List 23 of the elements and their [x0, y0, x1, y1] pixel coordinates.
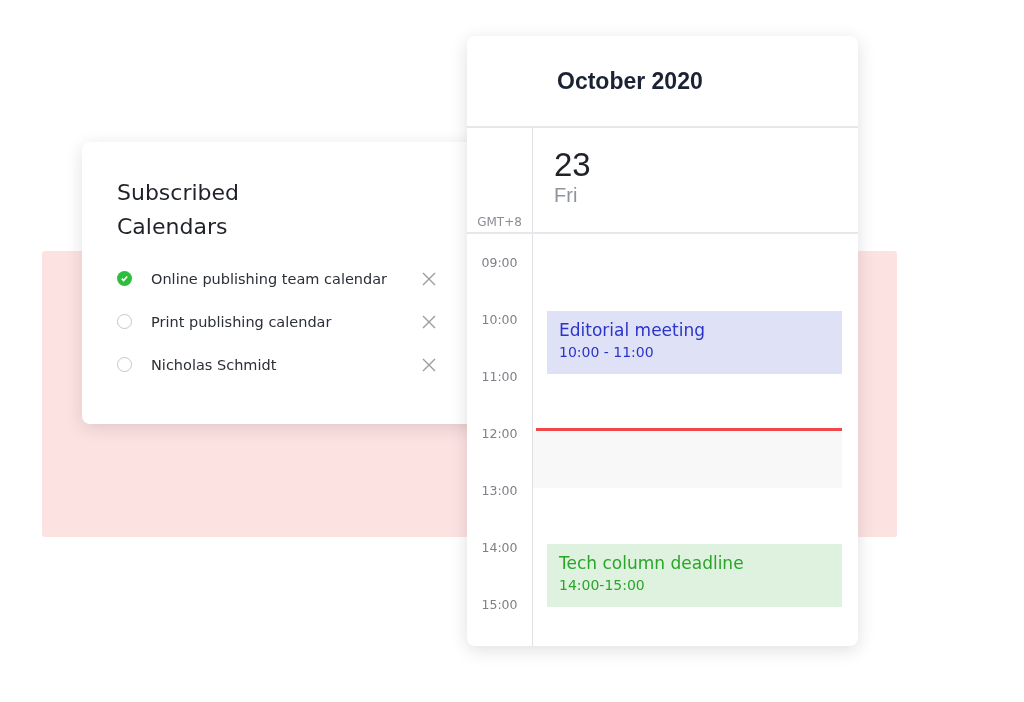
hour-label: 11:00 — [481, 369, 518, 386]
close-icon[interactable] — [421, 313, 437, 330]
month-title: October 2020 — [557, 67, 703, 95]
checkbox[interactable] — [117, 271, 132, 286]
checkbox[interactable] — [117, 357, 132, 372]
close-icon[interactable] — [421, 270, 437, 287]
hour-label: 14:00 — [481, 540, 518, 557]
calendar-name: Nicholas Schmidt — [151, 356, 278, 373]
calendar-name: Print publishing calendar — [151, 313, 333, 330]
card-title: Subscribed Calendars — [117, 179, 241, 241]
check-icon — [120, 274, 129, 283]
close-icon[interactable] — [421, 356, 437, 373]
hour-label: 15:00 — [481, 597, 518, 614]
hour-label: 10:00 — [481, 312, 518, 329]
event-block[interactable]: Editorial meeting 10:00 - 11:00 — [547, 311, 842, 374]
calendar-name: Online publishing team calendar — [151, 270, 389, 287]
day-number: 23 — [554, 146, 591, 184]
hour-label: 09:00 — [481, 255, 518, 272]
hour-label: 12:00 — [481, 426, 518, 443]
checkbox[interactable] — [117, 314, 132, 329]
weekday-label: Fri — [554, 184, 579, 207]
hour-label: 13:00 — [481, 483, 518, 500]
timezone-label: GMT+8 — [477, 215, 522, 229]
